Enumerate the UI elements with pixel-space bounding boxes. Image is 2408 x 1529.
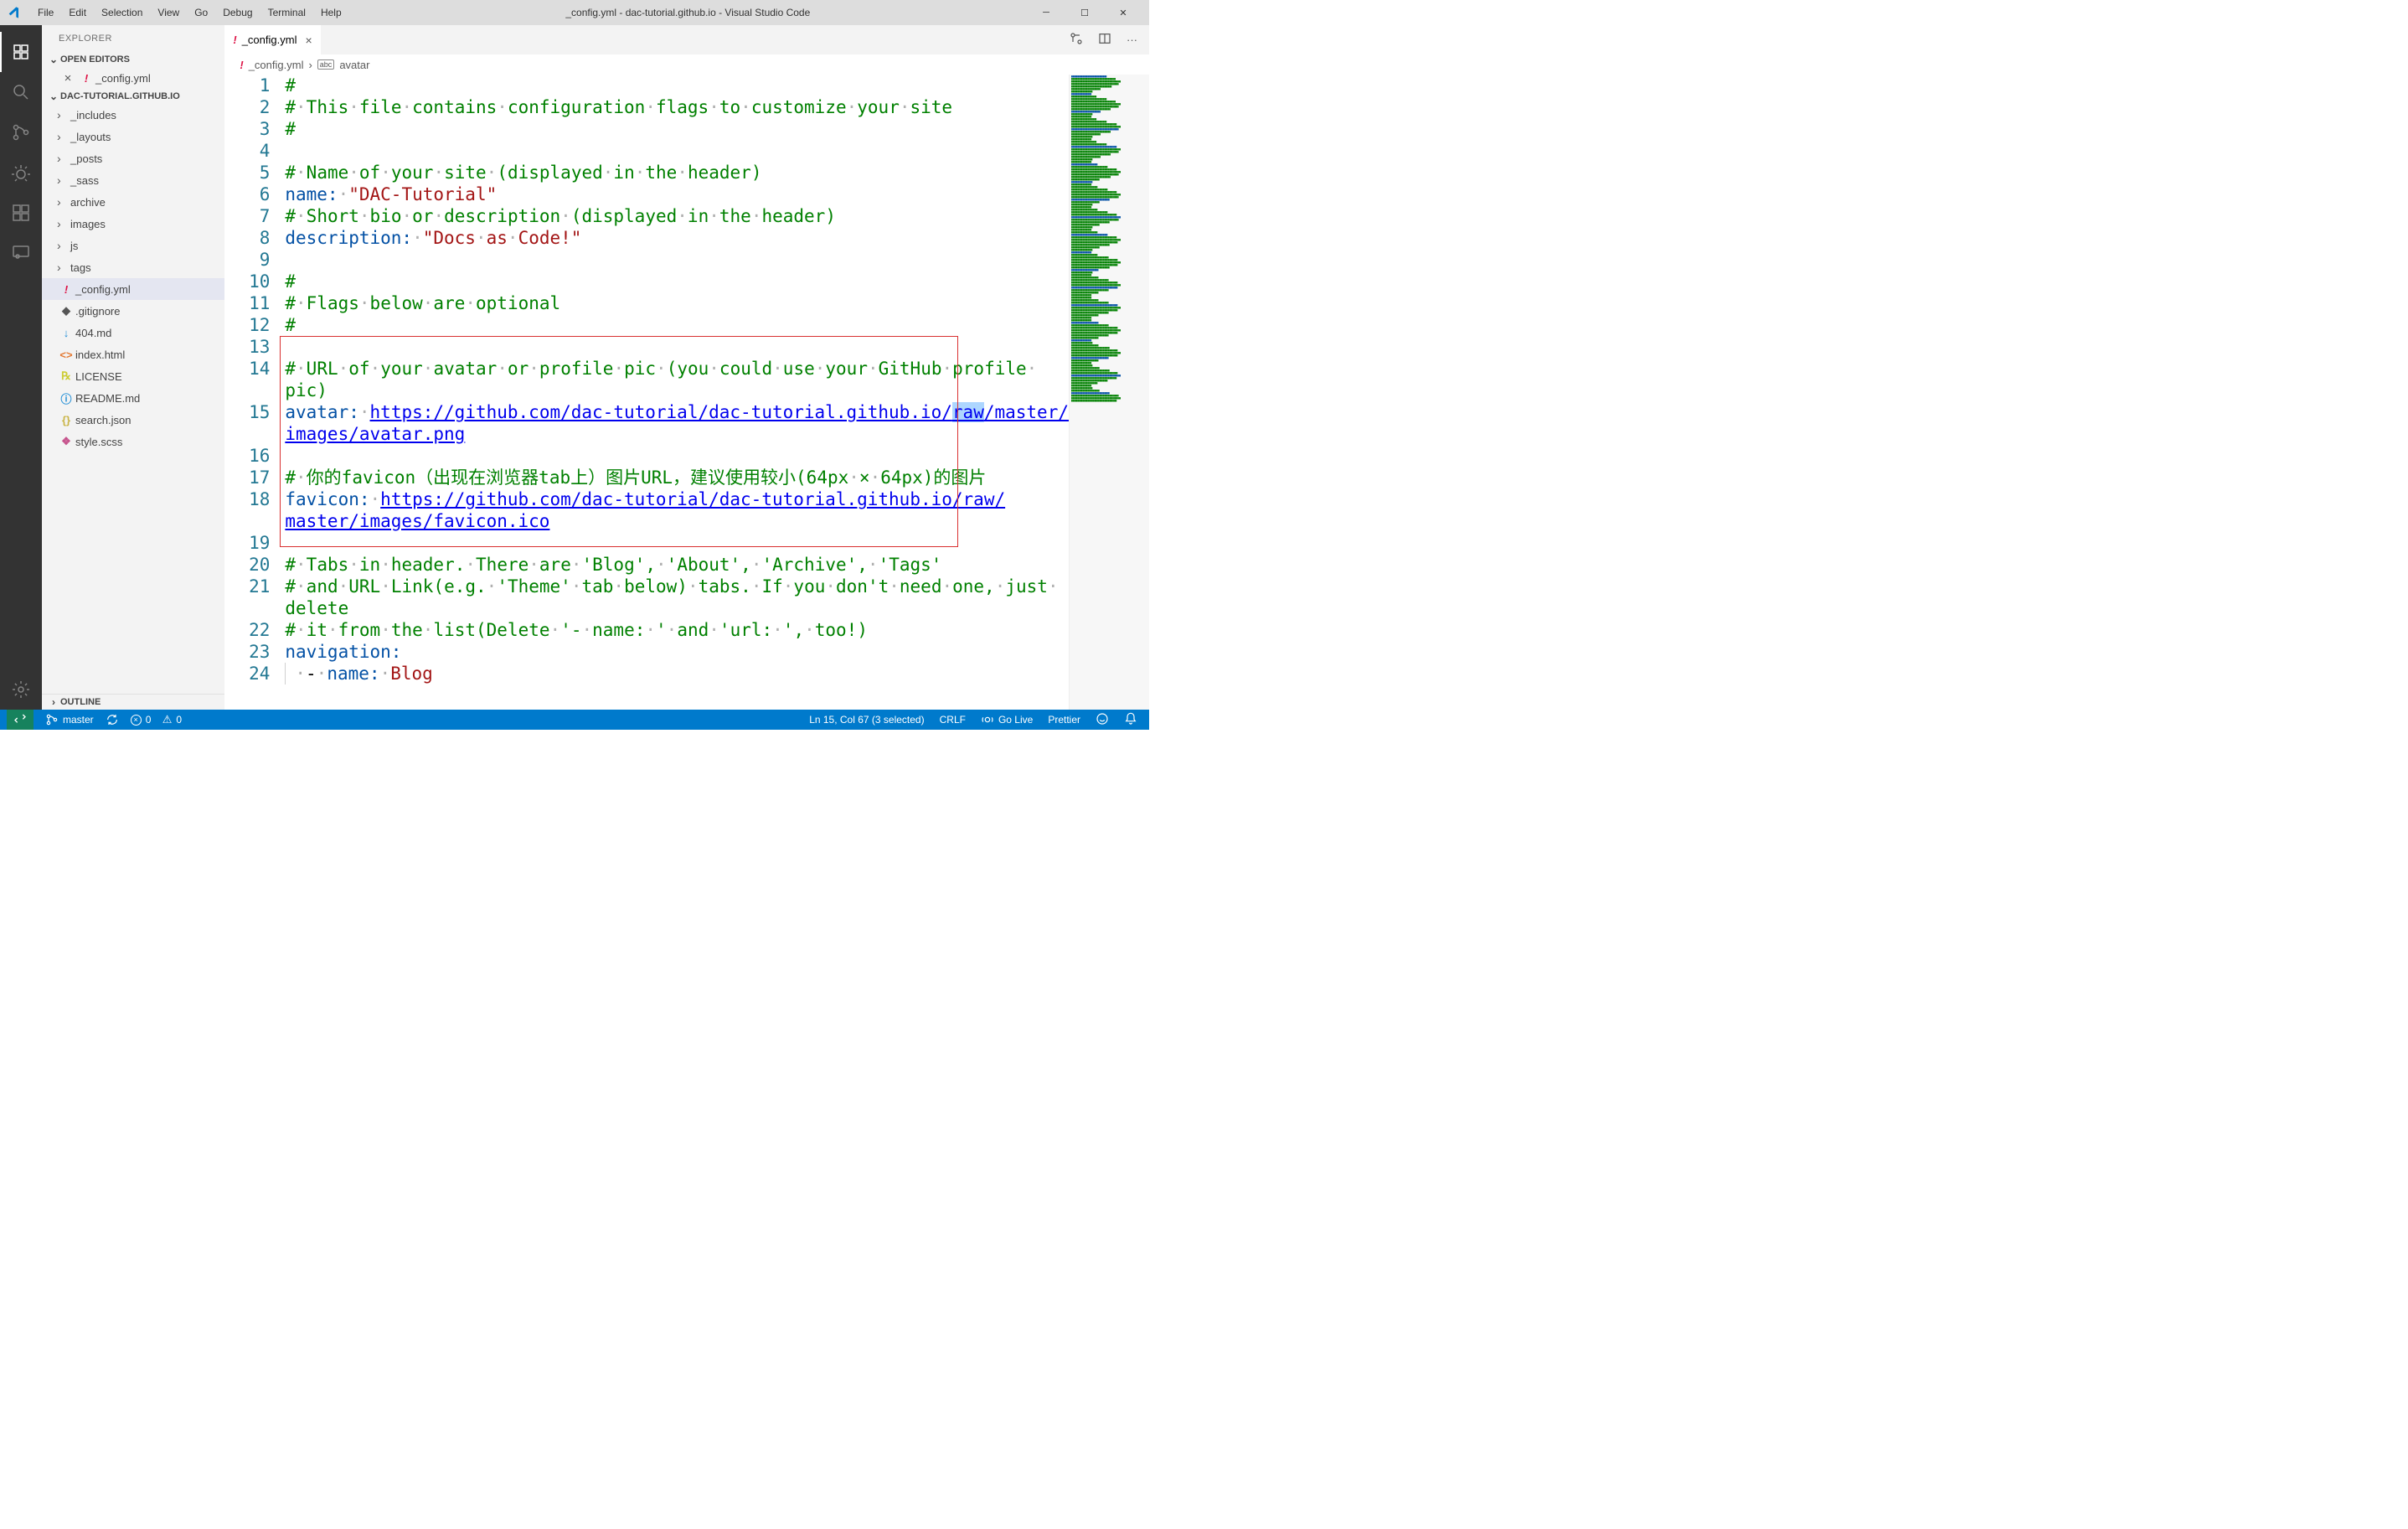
chevron-right-icon: › xyxy=(308,59,312,71)
window-title: _config.yml - dac-tutorial.github.io - V… xyxy=(349,7,1027,18)
folder-item[interactable]: ›_includes xyxy=(42,104,224,126)
chevron-right-icon: › xyxy=(57,195,70,209)
folder-item[interactable]: ›js xyxy=(42,235,224,256)
close-icon[interactable]: × xyxy=(59,71,77,85)
activity-explorer[interactable] xyxy=(0,32,42,72)
chevron-right-icon: › xyxy=(57,217,70,230)
maximize-button[interactable]: ☐ xyxy=(1065,8,1104,18)
vscode-icon xyxy=(7,6,20,19)
titlebar: FileEditSelectionViewGoDebugTerminalHelp… xyxy=(0,0,1149,25)
file-item[interactable]: <>index.html xyxy=(42,344,224,365)
editor-tab[interactable]: ! _config.yml × xyxy=(224,25,321,54)
menu-go[interactable]: Go xyxy=(187,7,215,18)
file-item[interactable]: ℞LICENSE xyxy=(42,365,224,387)
yaml-icon: ! xyxy=(77,72,95,85)
chevron-down-icon: ⌄ xyxy=(47,90,60,102)
chevron-right-icon: › xyxy=(57,261,70,274)
activity-scm[interactable] xyxy=(0,112,42,152)
notifications-icon[interactable] xyxy=(1124,712,1137,728)
section-outline[interactable]: ›OUTLINE xyxy=(42,694,224,710)
activity-search[interactable] xyxy=(0,72,42,112)
chevron-right-icon: › xyxy=(57,130,70,143)
activity-debug[interactable] xyxy=(0,152,42,193)
file-icon: {} xyxy=(57,414,75,426)
golive-button[interactable]: Go Live xyxy=(981,713,1033,726)
tab-bar: ! _config.yml × ··· xyxy=(224,25,1149,54)
formatter-status[interactable]: Prettier xyxy=(1048,714,1080,726)
chevron-down-icon: ⌄ xyxy=(47,54,60,65)
folder-item[interactable]: ›tags xyxy=(42,256,224,278)
file-icon: ◆ xyxy=(57,304,75,318)
problems-status[interactable]: ×0 ⚠0 xyxy=(131,713,182,726)
line-gutter: 123456789101112131415161718192021222324 xyxy=(224,75,285,710)
branch-status[interactable]: master xyxy=(45,713,94,726)
folder-item[interactable]: ›_layouts xyxy=(42,126,224,147)
feedback-icon[interactable] xyxy=(1096,712,1109,728)
close-button[interactable]: ✕ xyxy=(1104,8,1142,18)
status-bar: master ×0 ⚠0 Ln 15, Col 67 (3 selected) … xyxy=(0,710,1149,730)
close-icon[interactable]: × xyxy=(305,34,312,47)
file-icon: ❖ xyxy=(57,435,75,448)
menu-terminal[interactable]: Terminal xyxy=(260,7,313,18)
folder-item[interactable]: ›archive xyxy=(42,191,224,213)
chevron-right-icon: › xyxy=(57,108,70,121)
activity-settings[interactable] xyxy=(0,669,42,710)
file-item[interactable]: ⓘREADME.md xyxy=(42,387,224,409)
sidebar-title: EXPLORER xyxy=(42,25,224,52)
file-icon: ⓘ xyxy=(57,390,75,406)
activity-bar xyxy=(0,25,42,710)
file-item[interactable]: ↓404.md xyxy=(42,322,224,344)
section-open-editors[interactable]: ⌄OPEN EDITORS xyxy=(42,52,224,67)
file-item[interactable]: ❖style.scss xyxy=(42,431,224,452)
breadcrumb[interactable]: ! _config.yml › abc avatar xyxy=(224,54,1149,75)
more-icon[interactable]: ··· xyxy=(1127,34,1137,46)
sidebar: EXPLORER ⌄OPEN EDITORS × ! _config.yml ⌄… xyxy=(42,25,224,710)
menu-edit[interactable]: Edit xyxy=(61,7,94,18)
file-icon: <> xyxy=(57,349,75,361)
eol-status[interactable]: CRLF xyxy=(940,714,966,726)
menu-debug[interactable]: Debug xyxy=(215,7,260,18)
cursor-position[interactable]: Ln 15, Col 67 (3 selected) xyxy=(809,714,924,726)
chevron-right-icon: › xyxy=(47,696,60,708)
symbol-icon: abc xyxy=(317,59,335,70)
file-item[interactable]: !_config.yml xyxy=(42,278,224,300)
chevron-right-icon: › xyxy=(57,239,70,252)
file-icon: ↓ xyxy=(57,327,75,339)
code-content[interactable]: ##·This·file·contains·configuration·flag… xyxy=(285,75,1069,710)
yaml-icon: ! xyxy=(233,34,236,46)
section-workspace[interactable]: ⌄DAC-TUTORIAL.GITHUB.IO xyxy=(42,89,224,104)
menu-selection[interactable]: Selection xyxy=(94,7,150,18)
remote-button[interactable] xyxy=(7,710,34,730)
split-icon[interactable] xyxy=(1098,32,1111,48)
editor[interactable]: 123456789101112131415161718192021222324 … xyxy=(224,75,1149,710)
folder-item[interactable]: ›_posts xyxy=(42,147,224,169)
file-item[interactable]: ◆.gitignore xyxy=(42,300,224,322)
activity-extensions[interactable] xyxy=(0,193,42,233)
open-editor-item[interactable]: × ! _config.yml xyxy=(42,67,224,89)
minimap[interactable]: ████████████████████████████████████████… xyxy=(1069,75,1149,710)
compare-icon[interactable] xyxy=(1070,32,1083,48)
menu-help[interactable]: Help xyxy=(313,7,349,18)
minimize-button[interactable]: ─ xyxy=(1027,8,1065,18)
chevron-right-icon: › xyxy=(57,173,70,187)
editor-area: ! _config.yml × ··· ! _config.yml › abc … xyxy=(224,25,1149,710)
folder-item[interactable]: ›_sass xyxy=(42,169,224,191)
activity-remote[interactable] xyxy=(0,233,42,273)
menu-bar: FileEditSelectionViewGoDebugTerminalHelp xyxy=(30,7,349,18)
file-icon: ! xyxy=(57,283,75,296)
sync-button[interactable] xyxy=(106,713,119,726)
yaml-icon: ! xyxy=(240,59,243,71)
menu-view[interactable]: View xyxy=(150,7,187,18)
file-item[interactable]: {}search.json xyxy=(42,409,224,431)
menu-file[interactable]: File xyxy=(30,7,61,18)
folder-item[interactable]: ›images xyxy=(42,213,224,235)
chevron-right-icon: › xyxy=(57,152,70,165)
window-controls: ─ ☐ ✕ xyxy=(1027,8,1142,18)
file-icon: ℞ xyxy=(57,369,75,383)
tab-actions: ··· xyxy=(1070,25,1149,54)
